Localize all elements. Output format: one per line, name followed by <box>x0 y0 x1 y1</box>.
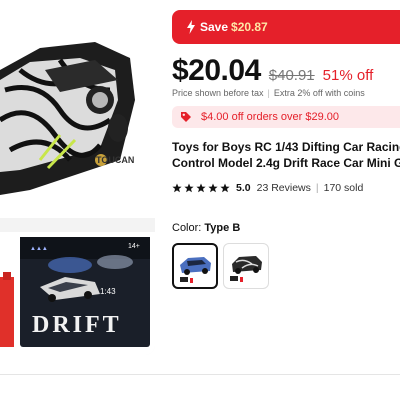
coins-note: Extra 2% off with coins <box>273 88 365 98</box>
rating-row[interactable]: 5.0 23 Reviews | 170 sold <box>172 182 363 194</box>
product-title-line-2: Control Model 2.4g Drift Race Car Mini G… <box>172 156 400 170</box>
price-row: $20.04 $40.91 51% off <box>172 54 373 88</box>
rating-value: 5.0 <box>236 182 251 194</box>
review-count-link[interactable]: 23 Reviews <box>257 182 311 194</box>
save-amount: $20.87 <box>231 20 268 34</box>
star-icon <box>172 183 182 193</box>
price-note: Price shown before tax | Extra 2% off with… <box>172 88 365 98</box>
current-price: $20.04 <box>172 54 261 87</box>
star-rating <box>172 183 230 193</box>
svg-text:▲▲▲: ▲▲▲ <box>30 246 48 252</box>
note-separator: | <box>267 88 270 98</box>
color-label: Color: Type B <box>172 222 240 234</box>
save-label: Save <box>200 20 229 34</box>
original-price: $40.91 <box>268 67 315 84</box>
box-drift-text: DRIFT <box>32 312 122 338</box>
main-product-image[interactable]: TOUCAN <box>0 0 155 218</box>
discount-percent: 51% off <box>322 67 374 84</box>
tag-icon <box>181 112 191 122</box>
rating-separator: | <box>315 182 319 194</box>
section-divider <box>0 374 400 375</box>
product-image-panel: TOUCAN ▲▲▲ 14+ 1:43 DRIFT <box>0 0 155 355</box>
box-scale-label: 1:43 <box>100 287 116 296</box>
save-banner: Save $20.87 <box>172 10 400 44</box>
coupon-text: $4.00 off orders over $29.00 <box>201 111 340 123</box>
product-title: Toys for Boys RC 1/43 Difting Car Racing… <box>172 139 400 171</box>
watermark-text: TOUCAN <box>96 155 134 165</box>
package-box-image[interactable]: ▲▲▲ 14+ 1:43 DRIFT <box>0 232 155 355</box>
variant-option-type-b[interactable] <box>223 243 269 289</box>
star-icon <box>184 183 194 193</box>
variant-option-type-a[interactable] <box>172 243 218 289</box>
color-label-prefix: Color: <box>172 222 202 234</box>
star-icon <box>208 183 218 193</box>
lightning-bolt-icon <box>187 20 195 34</box>
sold-count: 170 sold <box>323 182 364 194</box>
rc-car-photo: TOUCAN <box>0 42 135 195</box>
box-age-label: 14+ <box>128 243 140 250</box>
product-title-line-1: Toys for Boys RC 1/43 Difting Car Racing… <box>172 140 400 154</box>
star-icon <box>220 183 230 193</box>
variant-b-thumbnail <box>230 256 262 282</box>
star-icon <box>196 183 206 193</box>
box-photo: ▲▲▲ 14+ 1:43 DRIFT <box>0 237 150 347</box>
coupon-bar[interactable]: $4.00 off orders over $29.00 <box>172 106 400 128</box>
selected-color: Type B <box>204 222 241 234</box>
variant-a-thumbnail <box>180 257 211 283</box>
before-tax-note: Price shown before tax <box>172 88 264 98</box>
